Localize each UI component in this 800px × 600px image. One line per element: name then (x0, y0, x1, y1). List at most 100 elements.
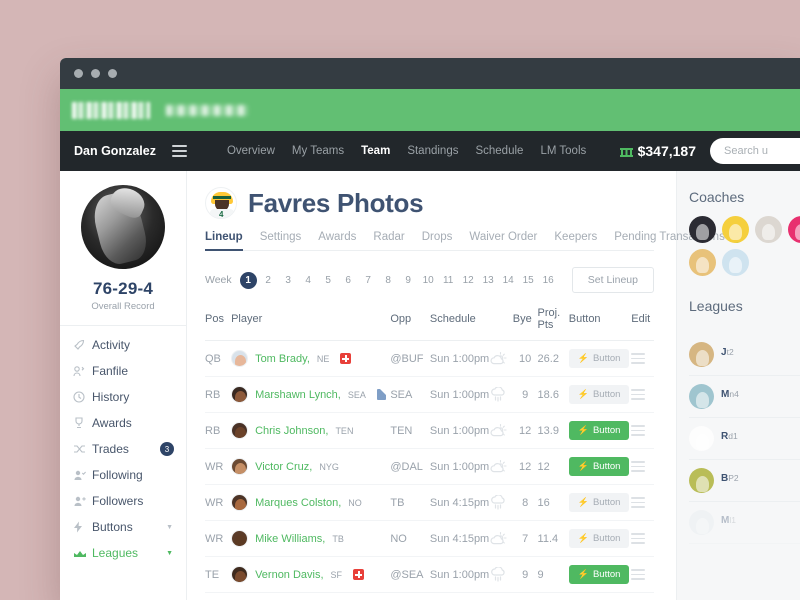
drag-handle-icon[interactable] (631, 569, 654, 580)
sidebar-item-leagues[interactable]: Leagues ▼ (60, 540, 186, 566)
coach-avatar[interactable] (689, 249, 716, 276)
cell-bye: 9 (512, 376, 538, 413)
league-list-item[interactable]: Jt2 (689, 334, 800, 376)
drag-handle-icon[interactable] (631, 353, 654, 364)
table-row[interactable]: WR Marques Colston, NO TB Sun 4:15pm 8 16 ⚡ Butt… (205, 484, 654, 521)
week-11[interactable]: 11 (440, 272, 457, 289)
lineup-table-body: QB Tom Brady, NE @BUF Sun 1:00pm 10 26.2 ⚡ Butto… (205, 340, 654, 600)
league-count: 4 (734, 389, 739, 399)
chevron-down-icon[interactable]: ▼ (166, 524, 173, 531)
week-7[interactable]: 7 (360, 272, 377, 289)
league-list-item[interactable]: BP2 (689, 460, 800, 502)
sidebar-item-following[interactable]: Following (60, 462, 186, 488)
table-row[interactable]: WR Mike Williams, TB NO Sun 4:15pm 7 11.4 ⚡ Butt… (205, 520, 654, 557)
league-list-item[interactable]: Mn4 (689, 376, 800, 418)
weather-partly-sunny-icon (490, 448, 513, 485)
table-row[interactable]: TE Vernon Davis, SF @SEA Sun 1:00pm 9 9 ⚡ Button (205, 556, 654, 593)
league-list-item[interactable]: Rd1 (689, 418, 800, 460)
week-9[interactable]: 9 (400, 272, 417, 289)
sidebar-item-followers[interactable]: Followers (60, 488, 186, 514)
player-name-link[interactable]: Mike Williams, (255, 533, 325, 545)
tab-keepers[interactable]: Keepers (554, 231, 597, 250)
player-name-link[interactable]: Vernon Davis, (255, 569, 323, 581)
set-lineup-button[interactable]: Set Lineup (571, 267, 654, 293)
nav-link-schedule[interactable]: Schedule (475, 145, 523, 157)
week-4[interactable]: 4 (300, 272, 317, 289)
coach-avatar[interactable] (722, 249, 749, 276)
player-team: SEA (347, 389, 366, 400)
week-16[interactable]: 16 (540, 272, 557, 289)
tab-awards[interactable]: Awards (318, 231, 356, 250)
sidebar-item-trades[interactable]: Trades 3 (60, 436, 186, 462)
tab-drops[interactable]: Drops (422, 231, 453, 250)
rocket-icon (73, 339, 92, 351)
row-action-button[interactable]: ⚡ Button (568, 385, 630, 404)
week-1[interactable]: 1 (239, 271, 257, 289)
sidebar-item-activity[interactable]: Activity (60, 332, 186, 358)
coach-avatar[interactable] (788, 216, 800, 243)
league-list-item[interactable]: Ml1 (689, 502, 800, 544)
player-name-link[interactable]: Marshawn Lynch, (255, 389, 341, 401)
table-row[interactable]: QB Tom Brady, NE @BUF Sun 1:00pm 10 26.2 ⚡ Butto… (205, 340, 654, 377)
weather-partly-sunny-icon (490, 520, 513, 557)
week-5[interactable]: 5 (320, 272, 337, 289)
sidebar-item-awards[interactable]: Awards (60, 410, 186, 436)
row-action-button[interactable]: ⚡ Button (568, 529, 630, 548)
drag-handle-icon[interactable] (631, 425, 654, 436)
tab-radar[interactable]: Radar (373, 231, 404, 250)
drag-handle-icon[interactable] (631, 461, 654, 472)
week-10[interactable]: 10 (420, 272, 437, 289)
weather-partly-sunny-icon (490, 340, 513, 377)
tab-settings[interactable]: Settings (260, 231, 302, 250)
player-name-link[interactable]: Tom Brady, (255, 353, 310, 365)
minimize-icon[interactable] (91, 69, 100, 78)
week-14[interactable]: 14 (500, 272, 517, 289)
week-13[interactable]: 13 (480, 272, 497, 289)
player-name-link[interactable]: Chris Johnson, (255, 425, 328, 437)
table-row[interactable]: DSTChicago Bears,ChiCINMon 8:00pm 1010.8⚡… (205, 592, 654, 600)
maximize-icon[interactable] (108, 69, 117, 78)
chevron-down-icon[interactable]: ▼ (166, 550, 173, 557)
week-6[interactable]: 6 (340, 272, 357, 289)
balance-amount: $347,187 (637, 143, 696, 159)
week-3[interactable]: 3 (280, 272, 297, 289)
close-icon[interactable] (74, 69, 83, 78)
week-2[interactable]: 2 (260, 272, 277, 289)
tab-waiver-order[interactable]: Waiver Order (469, 231, 537, 250)
row-action-button[interactable]: ⚡ Button (568, 349, 630, 368)
table-row[interactable]: RB Marshawn Lynch, SEA SEA Sun 1:00pm 9 18.6 ⚡ B… (205, 376, 654, 413)
week-8[interactable]: 8 (380, 272, 397, 289)
row-action-button[interactable]: ⚡ Button (568, 457, 630, 476)
table-row[interactable]: WR Victor Cruz, NYG @DAL Sun 1:00pm 12 12 ⚡ Butt… (205, 448, 654, 485)
nav-link-my-teams[interactable]: My Teams (292, 145, 344, 157)
nav-username[interactable]: Dan Gonzalez (60, 144, 156, 158)
player-name-link[interactable]: Marques Colston, (255, 497, 341, 509)
week-12[interactable]: 12 (460, 272, 477, 289)
nav-link-lm-tools[interactable]: LM Tools (540, 145, 586, 157)
row-action-button[interactable]: ⚡ Button (568, 421, 630, 440)
coach-avatar[interactable] (689, 216, 716, 243)
sidebar-item-fanfile[interactable]: Fanfile (60, 358, 186, 384)
drag-handle-icon[interactable] (631, 389, 654, 400)
sidebar-item-buttons[interactable]: Buttons ▼ (60, 514, 186, 540)
cell-edit (631, 376, 654, 413)
player-name-link[interactable]: Victor Cruz, (255, 461, 312, 473)
sidebar-avatar-wrap (60, 171, 186, 269)
sidebar-item-history[interactable]: History (60, 384, 186, 410)
row-action-button[interactable]: ⚡ Button (568, 493, 630, 512)
tab-lineup[interactable]: Lineup (205, 231, 243, 251)
week-15[interactable]: 15 (520, 272, 537, 289)
avatar[interactable] (81, 185, 165, 269)
search-input[interactable]: Search u (710, 138, 800, 164)
coach-avatar[interactable] (755, 216, 782, 243)
content-tabs: Lineup Settings Awards Radar Drops Waive… (205, 230, 743, 251)
hamburger-icon[interactable] (171, 145, 187, 157)
drag-handle-icon[interactable] (631, 497, 654, 508)
row-action-button[interactable]: ⚡ Button (568, 565, 630, 584)
coach-avatar[interactable] (722, 216, 749, 243)
drag-handle-icon[interactable] (631, 533, 654, 544)
nav-link-team[interactable]: Team (361, 145, 390, 157)
nav-link-standings[interactable]: Standings (407, 145, 458, 157)
table-row[interactable]: RB Chris Johnson, TEN TEN Sun 1:00pm 12 13.9 ⚡ B… (205, 412, 654, 449)
nav-link-overview[interactable]: Overview (227, 145, 275, 157)
